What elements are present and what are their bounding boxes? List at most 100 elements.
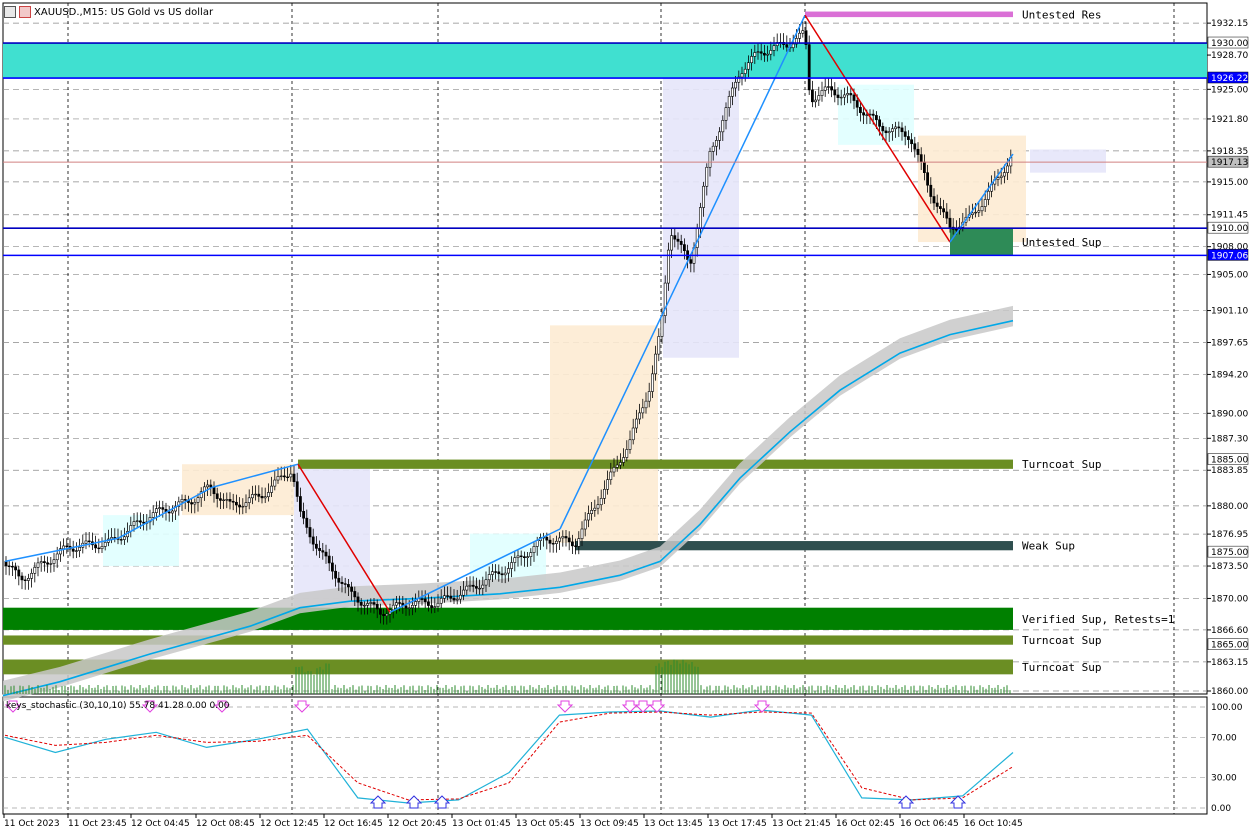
candle-body xyxy=(657,336,661,355)
candle-body xyxy=(878,119,882,127)
price-tick-label: 1897.65 xyxy=(1211,338,1248,348)
candle-body xyxy=(622,457,626,463)
candle-body xyxy=(196,497,200,503)
candle-body xyxy=(942,208,946,213)
candle-body xyxy=(586,513,590,521)
candle-body xyxy=(922,161,926,173)
candle-body xyxy=(228,499,232,502)
candle-body xyxy=(404,605,408,609)
price-tick-label: 1901.10 xyxy=(1211,307,1248,317)
candle-body xyxy=(254,493,258,496)
time-tick-label: 16 Oct 02:45 xyxy=(836,819,895,829)
candle-body xyxy=(75,550,78,552)
candle-body xyxy=(23,579,27,581)
price-badge-label: 1910.00 xyxy=(1211,224,1248,234)
candle-body xyxy=(561,536,565,539)
candle-body xyxy=(897,126,901,129)
candle-body xyxy=(890,128,894,132)
candle-body xyxy=(430,605,434,608)
candle-body xyxy=(286,476,290,479)
price-tick-label: 1911.45 xyxy=(1211,211,1248,221)
price-tick-label: 1918.35 xyxy=(1211,147,1248,157)
chart-type-icon[interactable] xyxy=(19,6,31,18)
candle-body xyxy=(183,499,187,501)
candle-body xyxy=(814,99,818,103)
candle-body xyxy=(708,151,712,168)
candle-body xyxy=(362,604,366,607)
candle-body xyxy=(948,217,952,228)
price-badge-label: 1917.13 xyxy=(1211,158,1248,168)
candle-body xyxy=(206,484,210,488)
candle-body xyxy=(711,145,715,152)
zone-label: Verified Sup, Retests=1 xyxy=(1022,613,1174,626)
stoch-level-label: 100.00 xyxy=(1211,703,1243,713)
candle-body xyxy=(42,561,46,564)
price-tick-label: 1866.60 xyxy=(1211,626,1248,636)
candle-body xyxy=(945,211,949,219)
candle-body xyxy=(308,527,312,538)
candle-body xyxy=(919,154,923,163)
candle-body xyxy=(266,492,270,498)
price-tick-label: 1870.00 xyxy=(1211,594,1248,604)
candle-body xyxy=(980,206,984,212)
price-badge-label: 1865.00 xyxy=(1211,641,1248,651)
indicator-title: keys_stochastic (30,10,10) 55.78 41.28 0… xyxy=(6,701,230,711)
candle-body xyxy=(906,136,910,140)
candle-body xyxy=(599,498,603,506)
candle-body xyxy=(151,512,155,518)
candle-body xyxy=(522,556,526,559)
candle-body xyxy=(410,604,414,609)
candle-body xyxy=(858,106,862,113)
candle-body xyxy=(423,598,427,603)
candle-body xyxy=(532,546,536,553)
candle-body xyxy=(235,501,238,506)
candle-body xyxy=(270,485,274,493)
candle-body xyxy=(494,571,498,573)
candle-body xyxy=(516,555,520,559)
candle-body xyxy=(295,481,299,497)
candle-body xyxy=(442,595,446,599)
candle-body xyxy=(311,536,315,545)
candle-body xyxy=(11,565,14,568)
candle-body xyxy=(974,211,978,214)
candle-body xyxy=(759,51,763,54)
candle-body xyxy=(481,584,485,589)
candle-body xyxy=(103,542,107,547)
candle-body xyxy=(46,562,50,565)
candle-body xyxy=(718,131,722,141)
candle-body xyxy=(894,126,898,130)
chart-window-icon[interactable] xyxy=(4,6,16,18)
candle-body xyxy=(490,571,494,575)
candle-body xyxy=(302,511,306,519)
time-tick-label: 13 Oct 13:45 xyxy=(644,819,703,829)
candle-body xyxy=(756,51,760,53)
time-tick-label: 13 Oct 01:45 xyxy=(452,819,511,829)
candle-body xyxy=(650,373,654,392)
candle-body xyxy=(820,90,824,96)
candle-body xyxy=(14,566,18,571)
candle-body xyxy=(260,496,264,499)
candle-body xyxy=(20,575,24,581)
candle-body xyxy=(548,539,552,544)
candle-body xyxy=(289,473,293,478)
candle-body xyxy=(673,235,677,240)
candle-body xyxy=(439,598,443,604)
price-tick-label: 1932.15 xyxy=(1211,19,1248,29)
candle-body xyxy=(366,603,370,606)
candle-body xyxy=(139,520,142,523)
candle-body xyxy=(94,544,98,549)
price-tick-label: 1925.00 xyxy=(1211,85,1248,95)
candle-body xyxy=(510,562,514,569)
candle-body xyxy=(644,400,648,409)
candle-body xyxy=(593,507,597,511)
candle-body xyxy=(996,177,1000,180)
candle-body xyxy=(327,555,331,564)
time-tick-label: 12 Oct 08:45 xyxy=(196,819,255,829)
stoch-level-label: 70.00 xyxy=(1211,733,1237,743)
candle-body xyxy=(631,427,635,441)
zone-label: Weak Sup xyxy=(1022,540,1075,553)
candle-body xyxy=(884,130,888,134)
candle-body xyxy=(551,543,555,545)
candle-body xyxy=(452,598,456,601)
candle-body xyxy=(535,540,539,547)
